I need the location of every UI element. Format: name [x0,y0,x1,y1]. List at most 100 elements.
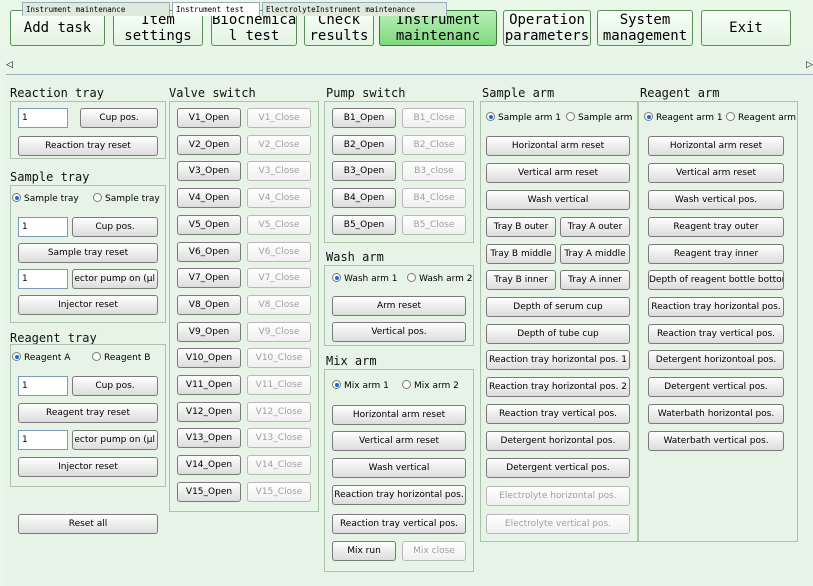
valve-close-button-8[interactable]: V8_Close [247,294,311,315]
valve-open-button-3[interactable]: V3_Open [177,161,241,182]
valve-close-button-5[interactable]: V5_Close [247,214,311,235]
pump-close-button-3[interactable]: B3_close [402,161,466,182]
valve-open-button-8[interactable]: V8_Open [177,294,241,315]
reagent-arm-wash-vertical-button[interactable]: Wash vertical pos. [648,190,784,210]
wash-arm-radio-2[interactable]: Wash arm 2 [407,273,473,285]
tab-scroll-right-icon[interactable]: ▷ [806,60,813,70]
valve-open-button-2[interactable]: V2_Open [177,134,241,155]
reagent-arm-reaction-horizontal-button[interactable]: Reaction tray horizontal pos. [648,297,784,317]
valve-open-button-10[interactable]: V10_Open [177,348,241,369]
valve-close-button-2[interactable]: V2_Close [247,134,311,155]
reagent-arm-horizontal-reset-button[interactable]: Horizontal arm reset [648,136,784,156]
reagent-tray-inner-button[interactable]: Reagent tray inner [648,244,784,264]
reaction-tray-cup-pos-button[interactable]: Cup pos. [80,108,158,128]
tray-a-outer-button[interactable]: Tray A outer [560,217,630,237]
tab-electrolyte-maintenance[interactable]: ElectrolyteInstrument maintenance [262,2,447,16]
sample-tray-radio-1[interactable]: Sample tray [12,193,92,205]
pump-open-button-4[interactable]: B4_Open [332,188,396,209]
wash-arm-radio-1[interactable]: Wash arm 1 [332,273,404,285]
tray-b-inner-button[interactable]: Tray B inner [486,270,556,290]
reagent-arm-reaction-vertical-button[interactable]: Reaction tray vertical pos. [648,324,784,344]
waterbath-horizontal-button[interactable]: Waterbath horizontal pos. [648,404,784,424]
valve-close-button-1[interactable]: V1_Close [247,108,311,128]
sample-injector-pump-button[interactable]: ector pump on (µl [72,269,158,289]
valve-close-button-6[interactable]: V6_Close [247,241,311,262]
valve-open-button-13[interactable]: V13_Open [177,428,241,449]
reagent-tray-reset-button[interactable]: Reagent tray reset [18,403,158,423]
tab-scroll-left-icon[interactable]: ◁ [6,60,13,70]
sample-injector-input[interactable]: 1 [18,269,68,289]
sample-tray-reset-button[interactable]: Sample tray reset [18,243,158,263]
pump-open-button-2[interactable]: B2_Open [332,134,396,155]
sample-tray-cup-pos-button[interactable]: Cup pos. [72,217,158,237]
sample-arm-detergent-vertical-button[interactable]: Detergent vertical pos. [486,458,630,478]
sample-arm-radio-1[interactable]: Sample arm 1 [486,112,564,124]
waterbath-vertical-button[interactable]: Waterbath vertical pos. [648,431,784,451]
electrolyte-vertical-button[interactable]: Electrolyte vertical pos. [486,514,630,534]
sample-arm-detergent-horizontal-button[interactable]: Detergent horizontal pos. [486,431,630,451]
reagent-tray-cup-pos-button[interactable]: Cup pos. [72,376,158,396]
serum-cup-depth-button[interactable]: Depth of serum cup [486,297,630,317]
tab-instrument-maintenance[interactable]: Instrument maintenance [22,2,170,16]
valve-open-button-6[interactable]: V6_Open [177,241,241,262]
electrolyte-horizontal-button[interactable]: Electrolyte horizontal pos. [486,486,630,506]
sample-arm-radio-2[interactable]: Sample arm [566,112,636,124]
mix-close-button[interactable]: Mix close [402,541,466,561]
mix-arm-reaction-vertical-button[interactable]: Reaction tray vertical pos. [332,514,466,534]
mix-run-button[interactable]: Mix run [332,541,396,561]
valve-close-button-3[interactable]: V3_Close [247,161,311,182]
exit-button[interactable]: Exit [701,10,791,46]
valve-open-button-15[interactable]: V15_Open [177,481,241,502]
sample-arm-reaction-horizontal-1-button[interactable]: Reaction tray horizontal pos. 1 [486,350,630,370]
mix-arm-wash-vertical-button[interactable]: Wash vertical [332,458,466,478]
reagent-arm-detergent-horizontal-button[interactable]: Detergent horizontoal pos. [648,350,784,370]
reagent-arm-radio-2[interactable]: Reagent arm [726,112,796,124]
sample-arm-reaction-vertical-button[interactable]: Reaction tray vertical pos. [486,404,630,424]
sample-arm-horizontal-reset-button[interactable]: Horizontal arm reset [486,136,630,156]
reagent-arm-detergent-vertical-button[interactable]: Detergent vertical pos. [648,377,784,397]
valve-close-button-14[interactable]: V14_Close [247,455,311,476]
tab-instrument-test[interactable]: Instrument test [172,2,260,16]
tray-b-outer-button[interactable]: Tray B outer [486,217,556,237]
sample-arm-wash-vertical-button[interactable]: Wash vertical [486,190,630,210]
valve-open-button-12[interactable]: V12_Open [177,401,241,422]
reagent-injector-pump-button[interactable]: ector pump on (µl [72,430,158,450]
reagent-tray-outer-button[interactable]: Reagent tray outer [648,217,784,237]
valve-close-button-11[interactable]: V11_Close [247,375,311,395]
mix-arm-vertical-reset-button[interactable]: Vertical arm reset [332,431,466,451]
reagent-bottle-bottom-depth-button[interactable]: Depth of reagent bottle bottom [648,270,784,290]
operation-parameters-button[interactable]: Operation parameters [503,10,591,46]
pump-close-button-4[interactable]: B4_Close [402,188,466,209]
sample-tray-radio-2[interactable]: Sample tray [93,193,165,205]
pump-close-button-2[interactable]: B2_Close [402,134,466,155]
pump-open-button-3[interactable]: B3_Open [332,161,396,182]
valve-open-button-14[interactable]: V14_Open [177,455,241,476]
valve-open-button-11[interactable]: V11_Open [177,375,241,395]
valve-close-button-12[interactable]: V12_Close [247,401,311,422]
reagent-tray-radio-b[interactable]: Reagent B [92,352,164,364]
sample-arm-reaction-horizontal-2-button[interactable]: Reaction tray horizontal pos. 2 [486,377,630,397]
valve-close-button-4[interactable]: V4_Close [247,188,311,209]
sample-injector-reset-button[interactable]: Injector reset [18,295,158,315]
system-management-button[interactable]: System management [597,10,693,46]
reaction-tray-cup-input[interactable]: 1 [18,108,68,128]
valve-close-button-13[interactable]: V13_Close [247,428,311,449]
tube-cup-depth-button[interactable]: Depth of tube cup [486,324,630,344]
reagent-tray-cup-input[interactable]: 1 [18,376,68,396]
mix-arm-radio-1[interactable]: Mix arm 1 [332,380,402,392]
reagent-arm-vertical-reset-button[interactable]: Vertical arm reset [648,163,784,183]
valve-close-button-9[interactable]: V9_Close [247,321,311,342]
valve-close-button-15[interactable]: V15_Close [247,481,311,502]
reagent-injector-reset-button[interactable]: Injector reset [18,457,158,477]
valve-close-button-7[interactable]: V7_Close [247,268,311,289]
valve-open-button-9[interactable]: V9_Open [177,321,241,342]
valve-close-button-10[interactable]: V10_Close [247,348,311,369]
mix-arm-reaction-horizontal-button[interactable]: Reaction tray horizontal pos. [332,485,466,505]
mix-arm-radio-2[interactable]: Mix arm 2 [402,380,468,392]
reset-all-button[interactable]: Reset all [18,514,158,534]
valve-open-button-1[interactable]: V1_Open [177,108,241,128]
tray-a-inner-button[interactable]: Tray A inner [560,270,630,290]
sample-arm-vertical-reset-button[interactable]: Vertical arm reset [486,163,630,183]
reagent-arm-radio-1[interactable]: Reagent arm 1 [644,112,724,124]
sample-tray-cup-input[interactable]: 1 [18,217,68,237]
